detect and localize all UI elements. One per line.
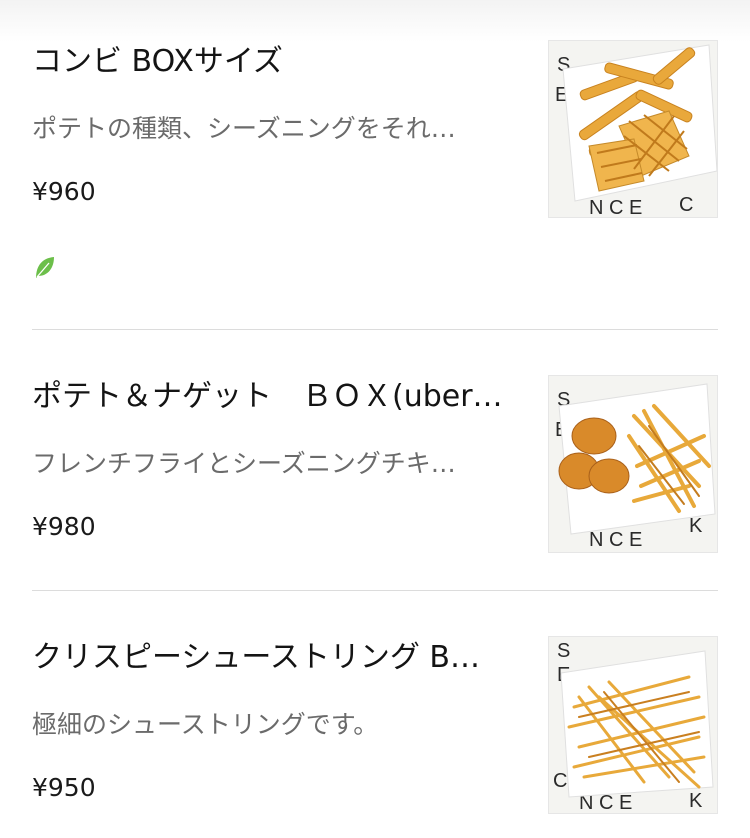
- item-title: クリスピーシューストリング B…: [32, 640, 481, 675]
- item-title: ポテト＆ナゲット ＢＯＸ(uber…: [32, 379, 503, 414]
- item-image-shoestring-fries[interactable]: SEN C E KC: [548, 636, 718, 814]
- item-title: コンビ BOXサイズ: [32, 44, 283, 79]
- menu-item-combo-box[interactable]: コンビ BOXサイズ ポテトの種類、シーズニングをそれ… ¥960 SEN C …: [32, 40, 718, 290]
- item-price: ¥980: [32, 512, 96, 541]
- svg-text:C: C: [679, 194, 693, 216]
- leaf-icon: [36, 257, 54, 278]
- item-description: 極細のシューストリングです。: [32, 710, 379, 739]
- item-price: ¥950: [32, 773, 96, 802]
- item-divider: [32, 329, 718, 330]
- item-description: フレンチフライとシーズニングチキ…: [32, 449, 456, 478]
- menu-item-potato-nugget-box[interactable]: ポテト＆ナゲット ＢＯＸ(uber… フレンチフライとシーズニングチキ… ¥98…: [32, 375, 718, 553]
- item-description: ポテトの種類、シーズニングをそれ…: [32, 114, 456, 143]
- svg-text:S: S: [557, 640, 570, 662]
- item-image-nuggets-fries[interactable]: SEN C E K: [548, 375, 718, 553]
- item-image-waffle-fries[interactable]: SEN C E C: [548, 40, 718, 218]
- top-scroll-fade: [0, 0, 750, 42]
- menu-item-crispy-shoestring-box[interactable]: クリスピーシューストリング B… 極細のシューストリングです。 ¥950 SEN…: [32, 636, 718, 814]
- svg-text:C: C: [553, 770, 567, 792]
- item-price: ¥960: [32, 177, 96, 206]
- svg-text:K: K: [689, 790, 703, 812]
- item-divider: [32, 590, 718, 591]
- svg-text:N C E: N C E: [589, 197, 642, 217]
- svg-text:K: K: [689, 515, 703, 537]
- svg-text:N C E: N C E: [589, 529, 642, 551]
